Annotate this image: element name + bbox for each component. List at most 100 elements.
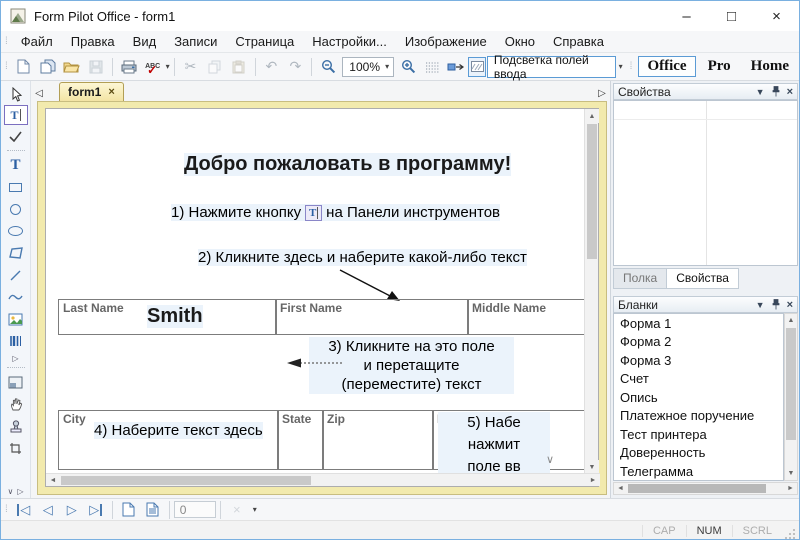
stamp-tool[interactable]	[4, 415, 28, 437]
open-button[interactable]	[61, 56, 83, 78]
last-name-value[interactable]: Smith	[147, 305, 203, 328]
name-form-table[interactable]: Last Name First Name Middle Name Smith	[58, 299, 585, 335]
document-horizontal-scrollbar[interactable]: ◄ ►	[46, 473, 600, 486]
edition-tab-pro[interactable]: Pro	[700, 57, 739, 76]
scroll-down-icon[interactable]: ▼	[785, 467, 797, 480]
spellcheck-dropdown[interactable]: ▾	[166, 62, 170, 71]
horizontal-scroll-thumb[interactable]	[628, 484, 766, 493]
new-document-button[interactable]	[13, 56, 35, 78]
blank-list-item[interactable]: Форма 1	[614, 314, 783, 333]
cut-button[interactable]: ✂	[180, 56, 202, 78]
new-record-button[interactable]	[117, 500, 141, 520]
scroll-up-icon[interactable]: ▲	[585, 109, 599, 123]
redo-button[interactable]: ↷	[284, 56, 306, 78]
scroll-up-icon[interactable]: ▲	[785, 314, 797, 327]
record-number-input[interactable]	[174, 501, 216, 518]
menu-item[interactable]: Вид	[124, 32, 166, 51]
polygon-tool[interactable]	[4, 242, 28, 264]
tab-scroll-right-button[interactable]: ▷	[594, 85, 610, 101]
menu-item[interactable]: Изображение	[396, 32, 496, 51]
minimize-button[interactable]: –	[664, 1, 709, 31]
blank-list-item[interactable]: Тест принтера	[614, 425, 783, 444]
scroll-right-icon[interactable]: ►	[784, 483, 797, 494]
palette-bottom-expand[interactable]: ∨ ▷	[7, 487, 23, 498]
document-tab[interactable]: form1 ×	[59, 82, 124, 101]
panel-close-icon[interactable]: ×	[787, 86, 793, 98]
blank-list-item[interactable]: Опись	[614, 388, 783, 407]
first-record-button[interactable]: ◁	[12, 500, 36, 520]
rectangle-tool[interactable]	[4, 176, 28, 198]
close-button[interactable]: ×	[754, 1, 799, 31]
panel-close-icon[interactable]: ×	[787, 299, 793, 311]
ellipse-tool[interactable]	[4, 220, 28, 242]
document-vertical-scrollbar[interactable]: ▲ ▼	[584, 109, 598, 474]
select-tool[interactable]	[4, 83, 28, 105]
zoom-out-button[interactable]	[317, 56, 339, 78]
copy-button[interactable]	[204, 56, 226, 78]
print-button[interactable]	[118, 56, 140, 78]
pin-icon[interactable]	[772, 86, 780, 97]
page-content[interactable]: Добро пожаловать в программу! 1) Нажмите…	[46, 109, 585, 473]
copy-document-button[interactable]	[37, 56, 59, 78]
more-text-chevron-icon[interactable]: ∨	[546, 453, 554, 466]
menu-item[interactable]: Правка	[62, 32, 124, 51]
zoom-in-button[interactable]	[397, 56, 419, 78]
menu-item[interactable]: Справка	[544, 32, 613, 51]
palette-expand-button[interactable]: ▷	[4, 352, 28, 364]
maximize-button[interactable]: □	[709, 1, 754, 31]
menu-item[interactable]: Окно	[496, 32, 544, 51]
vertical-scroll-thumb[interactable]	[786, 328, 796, 440]
edition-tab-office[interactable]: Office	[638, 56, 695, 77]
prev-record-button[interactable]: ◁	[36, 500, 60, 520]
blanks-horizontal-scrollbar[interactable]: ◄ ►	[613, 482, 798, 495]
blank-list-item[interactable]: Доверенность	[614, 444, 783, 463]
highlight-fields-toggle-icon[interactable]	[468, 57, 486, 77]
tab-properties[interactable]: Свойства	[666, 268, 739, 289]
tab-shelf[interactable]: Полка	[613, 268, 666, 289]
tab-scroll-left-button[interactable]: ◁	[31, 85, 47, 101]
blanks-vertical-scrollbar[interactable]: ▲ ▼	[784, 313, 798, 481]
panel-collapse-icon[interactable]: ▼	[756, 300, 765, 310]
panel-collapse-icon[interactable]: ▼	[756, 87, 765, 97]
menu-item[interactable]: Файл	[12, 32, 62, 51]
paste-button[interactable]	[228, 56, 250, 78]
blank-list-item[interactable]: Счет	[614, 370, 783, 389]
text-field-tool[interactable]: T	[4, 105, 28, 125]
image-tool[interactable]	[4, 308, 28, 330]
zoom-level-combobox[interactable]: 100% ▾	[342, 57, 394, 77]
highlight-fields-button[interactable]: Подсветка полей ввода	[487, 56, 616, 78]
spellcheck-button[interactable]: ABC✓	[142, 56, 164, 78]
scroll-left-icon[interactable]: ◄	[614, 483, 627, 494]
scroll-left-icon[interactable]: ◄	[46, 474, 60, 486]
scroll-right-icon[interactable]: ►	[586, 474, 600, 486]
grid-button[interactable]	[421, 56, 443, 78]
hand-tool[interactable]	[4, 393, 28, 415]
blank-list-item[interactable]: Платежное поручение	[614, 407, 783, 426]
blank-list-item[interactable]: Форма 3	[614, 351, 783, 370]
insert-field-button[interactable]	[445, 56, 467, 78]
line-tool[interactable]	[4, 264, 28, 286]
tab-close-icon[interactable]: ×	[108, 86, 114, 98]
horizontal-scroll-thumb[interactable]	[61, 476, 311, 485]
barcode-tool[interactable]	[4, 330, 28, 352]
save-button[interactable]	[85, 56, 107, 78]
blank-list-item[interactable]: Форма 2	[614, 333, 783, 352]
menu-item[interactable]: Настройки...	[303, 32, 396, 51]
pin-icon[interactable]	[772, 299, 780, 310]
undo-button[interactable]: ↶	[260, 56, 282, 78]
duplicate-record-button[interactable]	[141, 500, 165, 520]
last-record-button[interactable]: ▷	[84, 500, 108, 520]
blanks-list[interactable]: Форма 1Форма 2Форма 3СчетОписьПлатежное …	[613, 313, 784, 481]
toolbar-overflow-button[interactable]: ▾	[619, 62, 623, 71]
edition-tab-home[interactable]: Home	[743, 57, 797, 76]
nav-overflow-button[interactable]: ▾	[253, 505, 257, 514]
checkmark-tool[interactable]	[4, 125, 28, 147]
next-record-button[interactable]: ▷	[60, 500, 84, 520]
property-grid[interactable]	[613, 100, 798, 266]
blank-list-item[interactable]: Телеграмма	[614, 462, 783, 481]
circle-tool[interactable]	[4, 198, 28, 220]
menu-item[interactable]: Страница	[226, 32, 303, 51]
menu-item[interactable]: Записи	[165, 32, 226, 51]
resize-grip-icon[interactable]	[784, 528, 796, 540]
scroll-down-icon[interactable]: ▼	[585, 460, 599, 474]
